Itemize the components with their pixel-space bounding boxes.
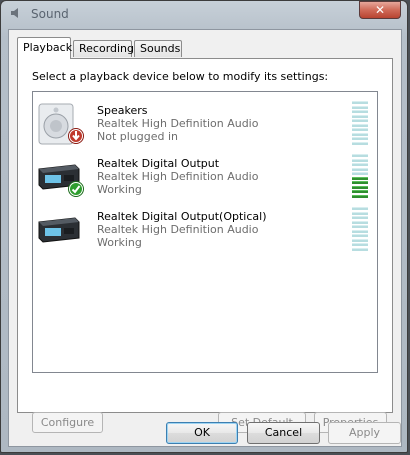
instructions-text: Select a playback device below to modify… <box>32 70 329 83</box>
meter-segment-active <box>352 181 368 185</box>
meter-segment-active <box>352 194 368 198</box>
meter-segment <box>352 101 368 104</box>
playback-panel: Select a playback device below to modify… <box>17 58 393 433</box>
meter-segment <box>352 163 368 167</box>
meter-segment <box>352 110 368 114</box>
apply-button[interactable]: Apply <box>328 422 401 444</box>
device-name: Realtek Digital Output <box>97 157 220 170</box>
meter-segment <box>352 234 368 238</box>
device-list[interactable]: Speakers Realtek High Definition Audio N… <box>32 91 378 373</box>
meter-segment <box>352 137 368 141</box>
meter-segment <box>352 225 368 229</box>
meter-segment <box>352 119 368 123</box>
device-status: Working <box>97 183 142 196</box>
configure-button[interactable]: Configure <box>32 412 103 433</box>
meter-segment <box>352 105 368 109</box>
meter-segment <box>352 114 368 118</box>
volume-meter <box>352 101 368 145</box>
device-status: Not plugged in <box>97 130 179 143</box>
meter-segment <box>352 132 368 136</box>
meter-segment <box>352 211 368 215</box>
ok-button[interactable]: OK <box>166 422 238 444</box>
device-status: Working <box>97 236 142 249</box>
dialog-client-area: Playback Recording Sounds Select a playb… <box>8 29 402 447</box>
tab-sounds[interactable]: Sounds <box>134 40 182 57</box>
device-text: Realtek Digital Output(Optical) Realtek … <box>97 210 266 249</box>
meter-segment <box>352 158 368 162</box>
device-item-optical-output[interactable]: Realtek Digital Output(Optical) Realtek … <box>33 204 377 256</box>
close-button[interactable]: ✕ <box>359 1 401 19</box>
meter-segment <box>352 216 368 220</box>
cancel-button[interactable]: Cancel <box>247 422 320 444</box>
optical-output-icon <box>35 208 83 254</box>
window-title: Sound <box>31 7 69 21</box>
device-driver: Realtek High Definition Audio <box>97 170 259 183</box>
sound-dialog-window: Sound ✕ Playback Recording Sounds Select… <box>0 0 408 453</box>
meter-segment <box>352 238 368 242</box>
unplugged-arrow-icon <box>68 128 84 147</box>
device-name: Realtek Digital Output(Optical) <box>97 210 267 223</box>
volume-meter <box>352 207 368 251</box>
device-text: Speakers Realtek High Definition Audio N… <box>97 104 258 143</box>
meter-segment-active <box>352 185 368 189</box>
meter-segment <box>352 172 368 176</box>
meter-segment <box>352 123 368 127</box>
default-device-check-icon <box>68 181 84 200</box>
meter-segment <box>352 128 368 132</box>
meter-segment-active <box>352 176 368 180</box>
device-driver: Realtek High Definition Audio <box>97 223 259 236</box>
meter-segment <box>352 220 368 224</box>
device-text: Realtek Digital Output Realtek High Defi… <box>97 157 258 196</box>
title-bar[interactable]: Sound ✕ <box>1 1 407 27</box>
meter-segment <box>352 141 368 145</box>
device-driver: Realtek High Definition Audio <box>97 117 259 130</box>
meter-segment <box>352 247 368 251</box>
meter-segment <box>352 154 368 157</box>
speaker-title-icon <box>9 6 23 20</box>
device-item-digital-output[interactable]: Realtek Digital Output Realtek High Defi… <box>33 151 377 203</box>
meter-segment <box>352 243 368 247</box>
meter-segment <box>352 167 368 171</box>
volume-meter <box>352 154 368 198</box>
tab-playback[interactable]: Playback <box>17 37 72 59</box>
meter-segment <box>352 207 368 210</box>
device-item-speakers[interactable]: Speakers Realtek High Definition Audio N… <box>33 98 377 150</box>
tab-recording[interactable]: Recording <box>73 40 134 57</box>
meter-segment <box>352 229 368 233</box>
meter-segment-active <box>352 190 368 194</box>
device-name: Speakers <box>97 104 148 117</box>
